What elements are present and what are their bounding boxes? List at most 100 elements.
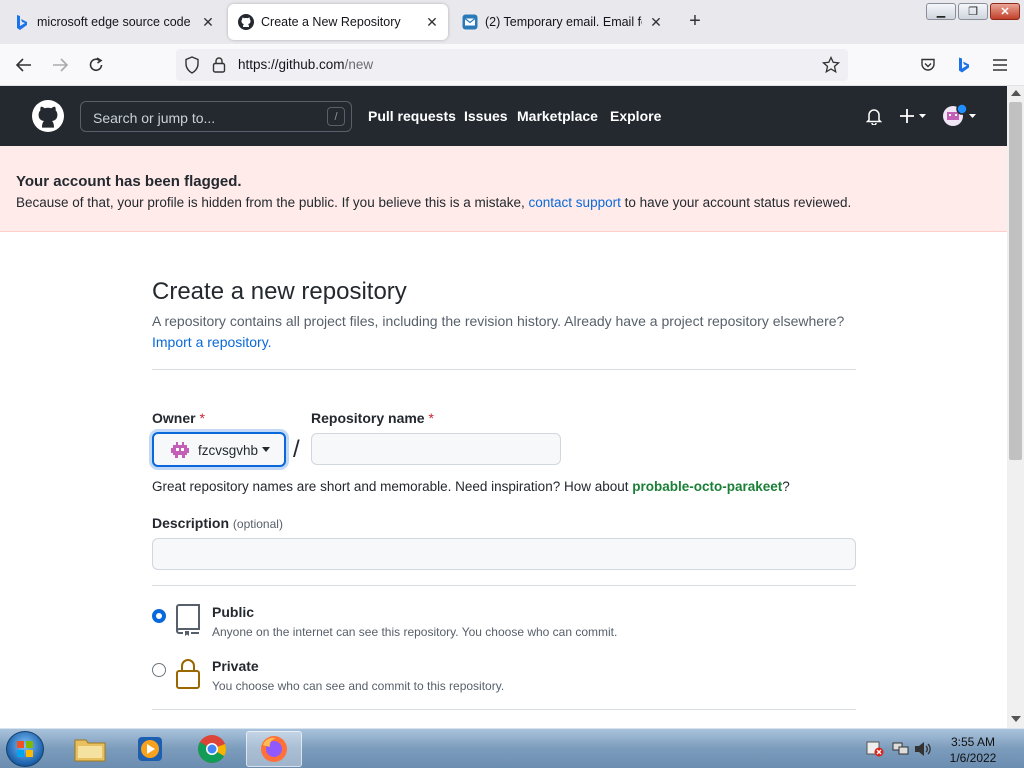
scroll-up-arrow-icon[interactable] [1011, 90, 1021, 96]
name-suggestion-hint: Great repository names are short and mem… [152, 479, 790, 494]
owner-avatar-icon [170, 441, 190, 459]
search-placeholder: Search or jump to... [93, 110, 216, 126]
nav-pull-requests[interactable]: Pull requests [368, 108, 456, 124]
browser-tab-bar: microsoft edge source code - B ✕ Create … [0, 0, 1024, 44]
start-button[interactable] [6, 731, 44, 767]
hint-end: ? [782, 479, 790, 494]
shield-icon[interactable] [184, 56, 200, 79]
divider [152, 369, 856, 370]
tab-title: microsoft edge source code - B [37, 15, 194, 29]
repo-name-label: Repository name * [311, 410, 434, 426]
import-repository-link[interactable]: Import a repository. [152, 334, 272, 350]
clock-time: 3:55 AM [950, 735, 996, 749]
search-shortcut-key: / [327, 107, 345, 126]
flash-message: Because of that, your profile is hidden … [16, 195, 851, 210]
flash-body-after: to have your account status reviewed. [624, 195, 852, 210]
optional-tag: (optional) [232, 517, 283, 531]
page-viewport: Search or jump to... / Pull requests Iss… [0, 86, 1007, 728]
restore-window-icon[interactable]: ❐ [958, 3, 988, 20]
lock-icon [174, 658, 202, 690]
public-title: Public [212, 604, 255, 620]
bell-icon[interactable] [865, 108, 883, 130]
close-window-icon[interactable]: ✕ [990, 3, 1020, 20]
system-clock[interactable]: 3:55 AM 1/6/2022 [944, 734, 1002, 766]
user-avatar[interactable] [942, 103, 978, 133]
create-new-plus-icon[interactable] [900, 108, 928, 129]
nav-explore[interactable]: Explore [610, 108, 661, 124]
private-radio[interactable] [152, 663, 166, 677]
nav-issues[interactable]: Issues [464, 108, 508, 124]
tab-github-new-repo[interactable]: Create a New Repository ✕ [228, 4, 448, 40]
owner-repo-separator: / [293, 436, 300, 463]
suggested-name-link[interactable]: probable-octo-parakeet [632, 479, 782, 494]
contact-support-link[interactable]: contact support [529, 195, 621, 210]
minimize-window-icon[interactable]: ▁ [926, 3, 956, 20]
github-search-input[interactable]: Search or jump to... / [80, 101, 352, 132]
bookmark-star-icon[interactable] [821, 55, 841, 79]
required-mark: * [428, 410, 434, 426]
github-icon [238, 14, 254, 30]
tab-title: (2) Temporary email. Email for [485, 15, 642, 29]
chevron-down-icon [262, 447, 270, 452]
close-tab-icon[interactable]: ✕ [424, 14, 440, 30]
clock-date: 1/6/2022 [949, 751, 997, 765]
hint-text: Great repository names are short and mem… [152, 479, 629, 494]
description-label: Description (optional) [152, 515, 283, 531]
repository-name-input[interactable] [311, 433, 561, 465]
pocket-icon[interactable] [916, 53, 940, 77]
public-radio[interactable] [152, 609, 166, 623]
page-title: Create a new repository [152, 278, 407, 305]
owner-select-button[interactable]: fzcvsgvhb [152, 432, 286, 467]
url-text: https://github.com/new [238, 57, 373, 72]
repo-book-icon [174, 604, 202, 636]
close-tab-icon[interactable]: ✕ [200, 14, 216, 30]
firefox-icon[interactable] [246, 731, 302, 767]
account-flagged-banner: Your account has been flagged. Because o… [0, 146, 1007, 232]
chrome-icon[interactable] [184, 731, 240, 767]
media-player-icon[interactable] [122, 731, 178, 767]
url-host: https://github.com [238, 57, 345, 72]
owner-label: Owner * [152, 410, 205, 426]
required-mark: * [199, 410, 205, 426]
bing-extension-icon[interactable] [952, 53, 976, 77]
tab-temporary-email[interactable]: (2) Temporary email. Email for ✕ [452, 4, 672, 40]
github-logo-icon[interactable] [32, 100, 64, 137]
lock-icon[interactable] [212, 56, 226, 78]
flash-body-before: Because of that, your profile is hidden … [16, 195, 525, 210]
bing-icon [14, 14, 30, 30]
close-tab-icon[interactable]: ✕ [648, 14, 664, 30]
page-subtitle: A repository contains all project files,… [152, 313, 845, 329]
forward-arrow-icon[interactable] [48, 53, 72, 77]
repo-name-label-text: Repository name [311, 410, 425, 426]
reload-icon[interactable] [84, 53, 108, 77]
tab-bing-search[interactable]: microsoft edge source code - B ✕ [4, 4, 224, 40]
nav-marketplace[interactable]: Marketplace [517, 108, 598, 124]
windows-taskbar: 3:55 AM 1/6/2022 [0, 728, 1024, 768]
flash-title: Your account has been flagged. [16, 173, 242, 190]
address-bar[interactable]: https://github.com/new [176, 49, 848, 81]
private-title: Private [212, 658, 259, 674]
network-warning-icon[interactable] [866, 741, 884, 762]
tab-title: Create a New Repository [261, 15, 401, 29]
scroll-down-arrow-icon[interactable] [1011, 716, 1021, 722]
file-explorer-icon[interactable] [62, 731, 118, 767]
divider [152, 709, 856, 710]
scroll-thumb[interactable] [1009, 102, 1022, 460]
description-label-text: Description [152, 515, 230, 531]
new-tab-plus-icon[interactable]: + [684, 10, 706, 32]
private-description: You choose who can see and commit to thi… [212, 679, 505, 693]
back-arrow-icon[interactable] [12, 53, 36, 77]
url-path: /new [344, 57, 374, 72]
hamburger-menu-icon[interactable] [988, 53, 1012, 77]
mail-icon [462, 14, 478, 30]
github-header: Search or jump to... / Pull requests Iss… [0, 86, 1007, 146]
page-scrollbar[interactable] [1007, 86, 1024, 728]
owner-name: fzcvsgvhb [198, 443, 259, 458]
public-description: Anyone on the internet can see this repo… [212, 625, 618, 639]
volume-icon[interactable] [914, 741, 932, 762]
browser-nav-bar: https://github.com/new [0, 44, 1024, 86]
description-input[interactable] [152, 538, 856, 570]
divider [152, 585, 856, 586]
owner-label-text: Owner [152, 410, 196, 426]
network-icon[interactable] [891, 741, 909, 762]
